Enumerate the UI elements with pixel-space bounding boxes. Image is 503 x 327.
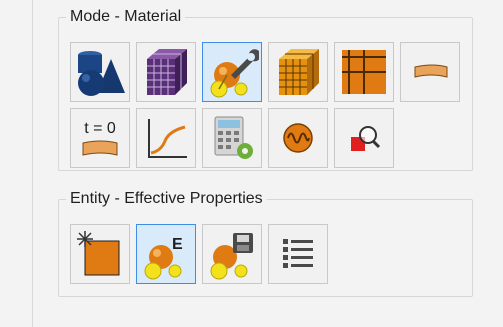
time-step-label: t = 0 xyxy=(84,120,116,137)
curve-plot-icon xyxy=(148,119,187,158)
voxel-cube-icon xyxy=(279,49,319,95)
oscillation-icon xyxy=(283,123,313,153)
effective-property-icon: E xyxy=(144,236,183,280)
effective-property-button[interactable]: E xyxy=(136,224,196,284)
voxel-cube-button[interactable] xyxy=(268,42,328,102)
inspect-icon xyxy=(351,126,381,151)
grid-button[interactable] xyxy=(334,42,394,102)
calculator-icon xyxy=(214,116,253,159)
entity-effective-properties-title: Entity - Effective Properties xyxy=(66,189,267,209)
inspect-button[interactable] xyxy=(334,108,394,168)
new-entity-button[interactable] xyxy=(70,224,130,284)
list-icon xyxy=(283,239,313,268)
time-step-icon: t = 0 xyxy=(82,120,118,156)
time-step-button[interactable]: t = 0 xyxy=(70,108,130,168)
mesh-cube-button[interactable] xyxy=(136,42,196,102)
geometry-shapes-button[interactable] xyxy=(70,42,130,102)
save-property-icon xyxy=(210,233,253,280)
curve-plot-button[interactable] xyxy=(136,108,196,168)
material-tool-button[interactable] xyxy=(202,42,262,102)
calculator-button[interactable] xyxy=(202,108,262,168)
mesh-cube-icon xyxy=(147,49,187,95)
geometry-shapes-icon xyxy=(78,51,125,96)
grid-icon xyxy=(342,50,386,94)
effective-property-label: E xyxy=(172,236,183,253)
oscillation-button[interactable] xyxy=(268,108,328,168)
save-property-button[interactable] xyxy=(202,224,262,284)
section-bar-icon xyxy=(414,64,448,78)
list-button[interactable] xyxy=(268,224,328,284)
new-entity-icon xyxy=(77,231,120,276)
mode-material-title: Mode - Material xyxy=(66,7,186,27)
section-bar-button[interactable] xyxy=(400,42,460,102)
material-tool-icon xyxy=(210,49,259,98)
